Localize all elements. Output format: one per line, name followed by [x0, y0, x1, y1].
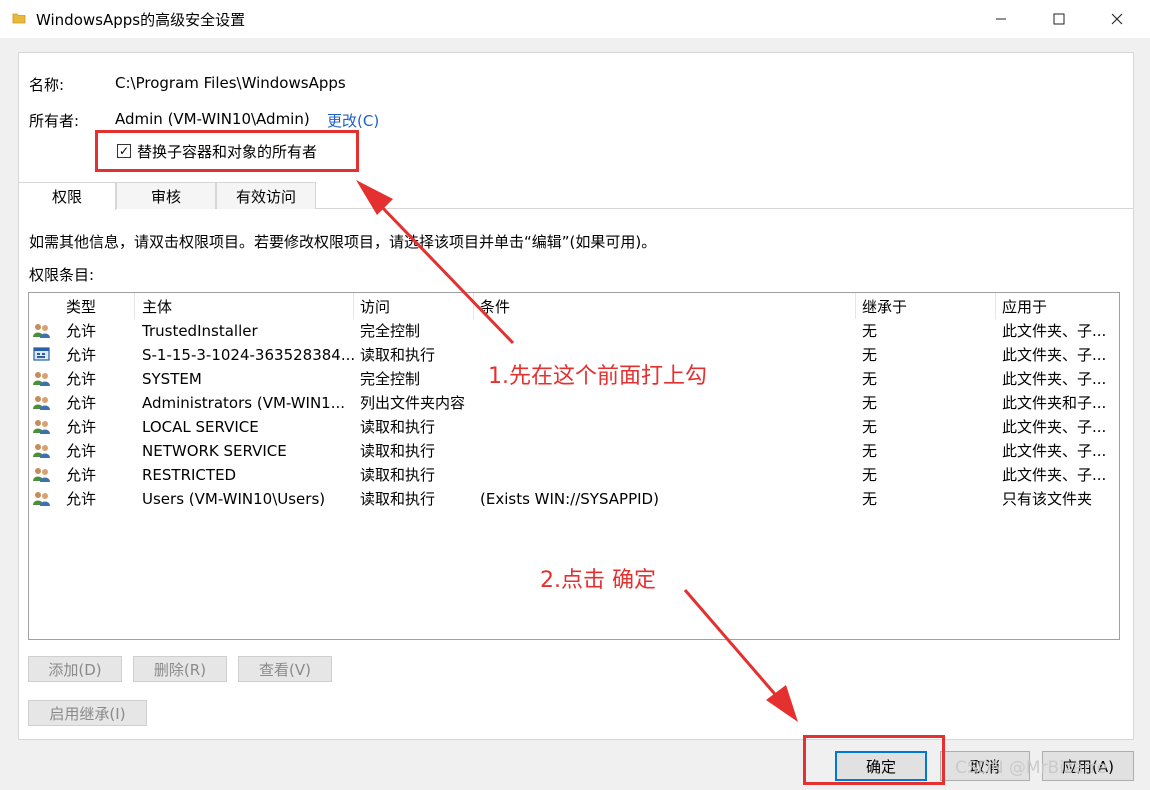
cell-applies-to: 此文件夹、子... [1002, 466, 1107, 484]
table-row[interactable]: 允许 Administrators (VM-WIN1... 列出文件夹内容 无 此文件夹… [29, 391, 1119, 415]
cell-access: 读取和执行 [360, 490, 436, 508]
cell-applies-to: 此文件夹、子... [1002, 322, 1107, 340]
cell-inherited-from: 无 [862, 322, 878, 340]
column-header-type[interactable]: 类型 [66, 296, 96, 318]
cell-principal: Administrators (VM-WIN1... [142, 394, 346, 412]
cell-type: 允许 [66, 322, 97, 340]
close-icon [1111, 13, 1123, 25]
column-separator [353, 293, 354, 319]
cell-type: 允许 [66, 442, 97, 460]
cell-inherited-from: 无 [862, 418, 878, 436]
owner-label: 所有者: [29, 112, 80, 130]
view-button[interactable]: 查看(V) [238, 656, 332, 682]
cell-access: 完全控制 [360, 322, 421, 340]
minimize-button[interactable] [974, 0, 1028, 38]
highlight-box-ok [803, 735, 945, 785]
cell-access: 完全控制 [360, 370, 421, 388]
name-value: C:\Program Files\WindowsApps [115, 74, 346, 92]
cell-principal: TrustedInstaller [142, 322, 258, 340]
minimize-icon [996, 18, 1006, 20]
permissions-info-text: 如需其他信息，请双击权限项目。若要修改权限项目，请选择该项目并单击“编辑”(如果… [29, 233, 657, 251]
group-icon [33, 492, 50, 506]
maximize-icon [1053, 13, 1065, 25]
remove-button[interactable]: 删除(R) [133, 656, 227, 682]
column-separator [134, 293, 135, 319]
annotation-step-2: 2.点击 确定 [540, 568, 656, 593]
cell-type: 允许 [66, 466, 97, 484]
cell-applies-to: 此文件夹和子... [1002, 394, 1107, 412]
folder-icon [12, 13, 26, 24]
tab-effective-access[interactable]: 有效访问 [216, 182, 316, 209]
cell-principal: NETWORK SERVICE [142, 442, 287, 460]
cell-applies-to: 此文件夹、子... [1002, 418, 1107, 436]
cell-inherited-from: 无 [862, 490, 878, 508]
column-separator [995, 293, 996, 319]
annotation-step-1: 1.先在这个前面打上勾 [488, 364, 707, 389]
cell-applies-to: 此文件夹、子... [1002, 346, 1107, 364]
cell-applies-to: 此文件夹、子... [1002, 370, 1107, 388]
table-row[interactable]: 允许 Users (VM-WIN10\Users) 读取和执行 (Exists WIN… [29, 487, 1119, 511]
add-button[interactable]: 添加(D) [28, 656, 122, 682]
cell-principal: S-1-15-3-1024-363528384... [142, 346, 356, 364]
enable-inheritance-button[interactable]: 启用继承(I) [28, 700, 147, 726]
cell-applies-to: 只有该文件夹 [1002, 490, 1093, 508]
cell-access: 读取和执行 [360, 346, 436, 364]
column-header-condition[interactable]: 条件 [480, 296, 510, 318]
change-owner-link[interactable]: 更改(C) [327, 110, 379, 131]
cell-inherited-from: 无 [862, 346, 878, 364]
column-separator [855, 293, 856, 319]
cell-principal: SYSTEM [142, 370, 202, 388]
column-header-principal[interactable]: 主体 [142, 296, 172, 318]
cell-principal: RESTRICTED [142, 466, 237, 484]
group-icon [33, 420, 50, 434]
group-icon [33, 444, 50, 458]
column-header-applies-to[interactable]: 应用于 [1002, 296, 1047, 318]
cell-access: 读取和执行 [360, 418, 436, 436]
cell-type: 允许 [66, 346, 97, 364]
cell-applies-to: 此文件夹、子... [1002, 442, 1107, 460]
cell-inherited-from: 无 [862, 394, 878, 412]
owner-value: Admin (VM-WIN10\Admin) [115, 110, 310, 128]
group-icon [33, 372, 50, 386]
app-package-icon [33, 347, 50, 361]
window-title: WindowsApps的高级安全设置 [36, 11, 246, 29]
table-row[interactable]: 允许 RESTRICTED 读取和执行 无 此文件夹、子... [29, 463, 1119, 487]
cell-inherited-from: 无 [862, 466, 878, 484]
cell-access: 列出文件夹内容 [360, 394, 466, 412]
tab-audit[interactable]: 审核 [116, 182, 216, 209]
table-row[interactable]: 允许 LOCAL SERVICE 读取和执行 无 此文件夹、子... [29, 415, 1119, 439]
cell-type: 允许 [66, 394, 97, 412]
cell-principal: LOCAL SERVICE [142, 418, 259, 436]
close-button[interactable] [1090, 0, 1144, 38]
maximize-button[interactable] [1032, 0, 1086, 38]
column-separator [473, 293, 474, 319]
table-row[interactable]: 允许 NETWORK SERVICE 读取和执行 无 此文件夹、子... [29, 439, 1119, 463]
name-label: 名称: [29, 76, 65, 94]
cell-principal: Users (VM-WIN10\Users) [142, 490, 326, 508]
table-row[interactable]: 允许 TrustedInstaller 完全控制 无 此文件夹、子... [29, 319, 1119, 343]
group-icon [33, 324, 50, 338]
tab-permissions[interactable]: 权限 [18, 182, 116, 210]
cell-inherited-from: 无 [862, 370, 878, 388]
cell-type: 允许 [66, 370, 97, 388]
highlight-box-checkbox [95, 130, 359, 172]
watermark-text: CSDN @MrBizarre [955, 758, 1108, 778]
cell-inherited-from: 无 [862, 442, 878, 460]
cell-type: 允许 [66, 418, 97, 436]
permission-entries-label: 权限条目: [29, 266, 95, 284]
cell-access: 读取和执行 [360, 442, 436, 460]
cell-type: 允许 [66, 490, 97, 508]
cell-condition: (Exists WIN://SYSAPPID) [480, 490, 659, 508]
group-icon [33, 468, 50, 482]
group-icon [33, 396, 50, 410]
column-header-inherited-from[interactable]: 继承于 [862, 296, 907, 318]
cell-access: 读取和执行 [360, 466, 436, 484]
column-header-access[interactable]: 访问 [360, 296, 390, 318]
